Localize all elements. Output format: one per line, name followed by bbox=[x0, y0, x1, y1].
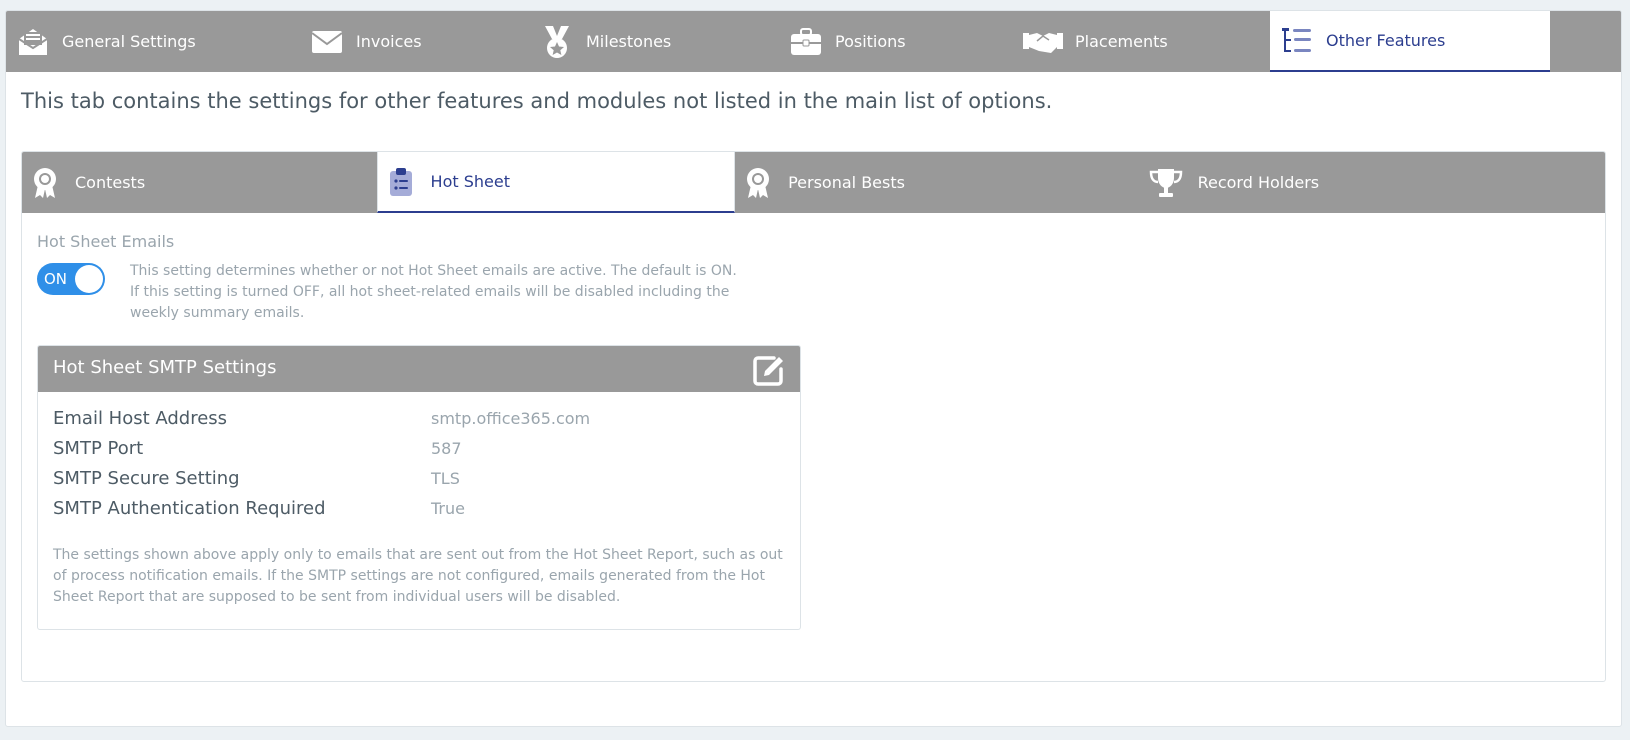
trophy-icon bbox=[1149, 166, 1183, 200]
features-panel: Contests Hot Sheet Personal Bests Record… bbox=[21, 151, 1606, 682]
medal-icon bbox=[540, 25, 574, 59]
tab-label: Positions bbox=[835, 32, 906, 51]
tab-contests[interactable]: Contests bbox=[22, 152, 377, 213]
smtp-settings-list: Email Host Address smtp.office365.com SM… bbox=[53, 403, 590, 523]
tab-invoices[interactable]: Invoices bbox=[300, 11, 530, 72]
row-value: smtp.office365.com bbox=[431, 408, 591, 428]
row-value: 587 bbox=[431, 438, 462, 458]
tab-placements[interactable]: Placements bbox=[1013, 11, 1270, 72]
row-label: SMTP Port bbox=[53, 437, 144, 459]
tab-bar-filler bbox=[1550, 11, 1621, 72]
card-title: Hot Sheet SMTP Settings bbox=[53, 357, 277, 378]
tab-other-features[interactable]: Other Features bbox=[1270, 11, 1550, 72]
settings-row: SMTP Authentication Required True bbox=[53, 493, 590, 523]
envelope-open-icon bbox=[16, 25, 50, 59]
list-tree-icon bbox=[1280, 24, 1314, 58]
toggle-knob bbox=[75, 265, 103, 293]
toggle-label: ON bbox=[44, 270, 68, 288]
tab-label: Milestones bbox=[586, 32, 672, 51]
tab-hot-sheet[interactable]: Hot Sheet bbox=[376, 152, 736, 213]
tab-record-holders[interactable]: Record Holders bbox=[1141, 152, 1605, 213]
sub-tab-bar: Contests Hot Sheet Personal Bests Record… bbox=[22, 152, 1605, 213]
setting-description: This setting determines whether or not H… bbox=[130, 263, 737, 321]
settings-row: SMTP Secure Setting TLS bbox=[53, 463, 590, 493]
briefcase-icon bbox=[789, 25, 823, 59]
settings-page: General Settings Invoices Milestones Pos… bbox=[5, 10, 1622, 727]
tab-label: Contests bbox=[75, 173, 146, 192]
tab-label: Other Features bbox=[1326, 31, 1446, 50]
row-label: Email Host Address bbox=[53, 407, 228, 429]
tab-milestones[interactable]: Milestones bbox=[530, 11, 779, 72]
edit-icon[interactable] bbox=[752, 353, 786, 387]
tab-label: Personal Bests bbox=[788, 173, 905, 192]
page-description: This tab contains the settings for other… bbox=[21, 89, 1053, 113]
tab-personal-bests[interactable]: Personal Bests bbox=[735, 152, 1140, 213]
award-ribbon-icon bbox=[30, 166, 60, 200]
row-value: TLS bbox=[431, 468, 460, 488]
envelope-icon bbox=[310, 25, 344, 59]
tab-positions[interactable]: Positions bbox=[779, 11, 1013, 72]
top-tab-bar: General Settings Invoices Milestones Pos… bbox=[6, 11, 1621, 72]
tab-label: Placements bbox=[1075, 32, 1168, 51]
card-header: Hot Sheet SMTP Settings bbox=[38, 346, 800, 392]
tab-label: General Settings bbox=[62, 32, 196, 51]
settings-row: Email Host Address smtp.office365.com bbox=[53, 403, 590, 433]
smtp-settings-card: Hot Sheet SMTP Settings Email Host Addre… bbox=[37, 345, 801, 630]
handshake-icon bbox=[1023, 25, 1063, 59]
card-note: The settings shown above apply only to e… bbox=[53, 547, 783, 605]
tab-general-settings[interactable]: General Settings bbox=[6, 11, 300, 72]
award-ribbon-icon bbox=[743, 166, 773, 200]
clipboard-list-icon bbox=[386, 165, 416, 199]
tab-label: Invoices bbox=[356, 32, 422, 51]
row-label: SMTP Authentication Required bbox=[53, 497, 326, 519]
hot-sheet-emails-toggle[interactable]: ON bbox=[37, 263, 105, 295]
settings-row: SMTP Port 587 bbox=[53, 433, 590, 463]
row-label: SMTP Secure Setting bbox=[53, 467, 240, 489]
tab-label: Hot Sheet bbox=[430, 172, 510, 191]
tab-label: Record Holders bbox=[1197, 173, 1320, 192]
setting-title: Hot Sheet Emails bbox=[37, 232, 175, 251]
row-value: True bbox=[431, 498, 465, 518]
